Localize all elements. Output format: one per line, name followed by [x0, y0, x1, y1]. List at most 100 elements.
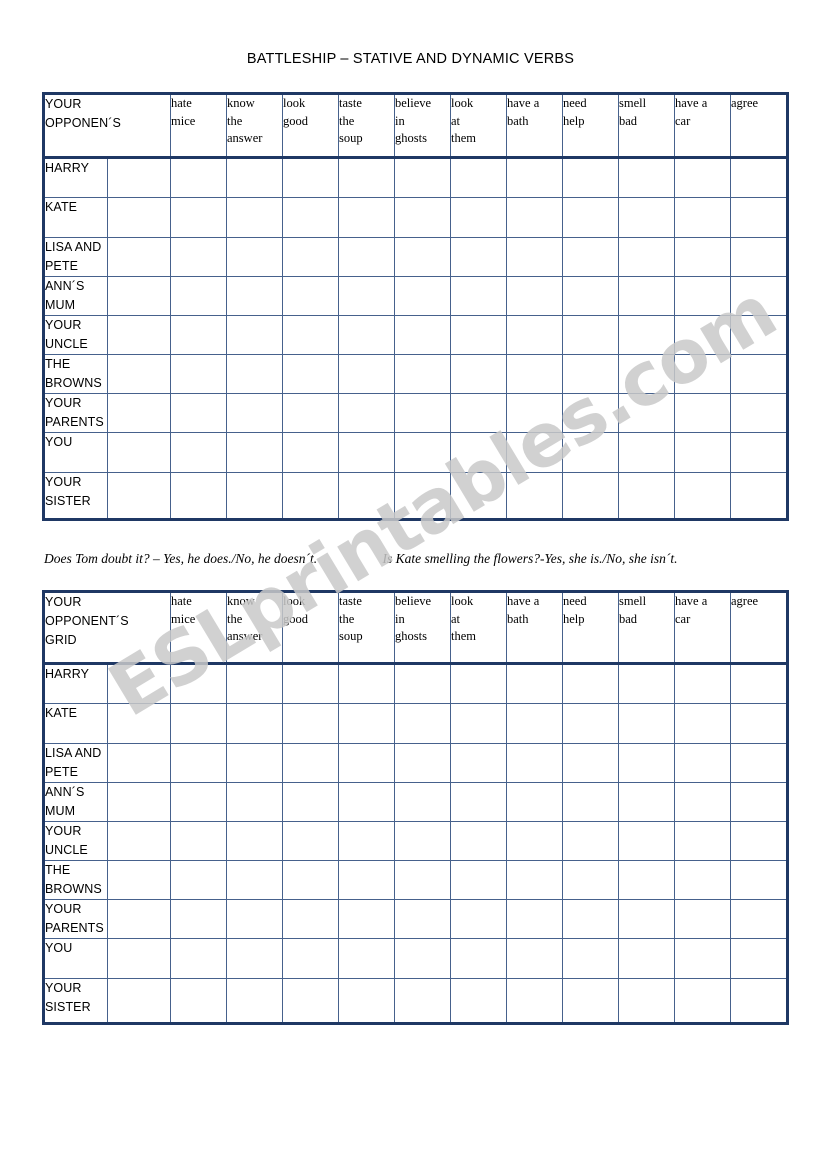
- grid-play-cell[interactable]: [618, 157, 675, 198]
- grid-play-cell[interactable]: [450, 432, 507, 473]
- grid-play-cell[interactable]: [730, 197, 788, 238]
- grid-play-cell[interactable]: [562, 703, 619, 744]
- grid-play-cell[interactable]: [674, 276, 731, 316]
- grid-play-cell[interactable]: [730, 978, 788, 1024]
- grid-play-cell[interactable]: [394, 315, 451, 355]
- grid-play-cell[interactable]: [618, 315, 675, 355]
- grid-play-cell[interactable]: [338, 743, 395, 783]
- grid-play-cell[interactable]: [450, 663, 507, 704]
- grid-play-cell[interactable]: [226, 393, 283, 433]
- grid-play-cell[interactable]: [394, 432, 451, 473]
- grid-play-cell[interactable]: [730, 393, 788, 433]
- grid-play-cell[interactable]: [282, 472, 339, 520]
- grid-play-cell[interactable]: [282, 860, 339, 900]
- grid-play-cell[interactable]: [674, 157, 731, 198]
- grid-play-cell[interactable]: [730, 472, 788, 520]
- grid-play-cell[interactable]: [394, 938, 451, 979]
- grid-play-cell[interactable]: [450, 938, 507, 979]
- grid-play-cell[interactable]: [338, 938, 395, 979]
- grid-play-cell[interactable]: [674, 978, 731, 1024]
- grid-play-cell[interactable]: [394, 978, 451, 1024]
- grid-play-cell[interactable]: [674, 315, 731, 355]
- grid-play-cell[interactable]: [450, 157, 507, 198]
- grid-play-cell[interactable]: [730, 899, 788, 939]
- grid-play-cell[interactable]: [730, 782, 788, 822]
- grid-play-cell[interactable]: [394, 899, 451, 939]
- grid-play-cell[interactable]: [674, 197, 731, 238]
- grid-play-cell[interactable]: [562, 315, 619, 355]
- grid-play-cell[interactable]: [674, 938, 731, 979]
- grid-play-cell[interactable]: [506, 978, 563, 1024]
- grid-play-cell[interactable]: [282, 276, 339, 316]
- grid-play-cell[interactable]: [394, 237, 451, 277]
- grid-play-cell[interactable]: [618, 743, 675, 783]
- grid-play-cell[interactable]: [394, 472, 451, 520]
- grid-play-cell[interactable]: [450, 276, 507, 316]
- grid-play-cell[interactable]: [450, 197, 507, 238]
- grid-play-cell[interactable]: [674, 782, 731, 822]
- grid-play-cell[interactable]: [506, 663, 563, 704]
- grid-play-cell[interactable]: [562, 743, 619, 783]
- grid-play-cell[interactable]: [506, 782, 563, 822]
- grid-play-cell[interactable]: [674, 860, 731, 900]
- grid-play-cell[interactable]: [226, 197, 283, 238]
- grid-play-cell[interactable]: [506, 938, 563, 979]
- grid-play-cell[interactable]: [506, 276, 563, 316]
- grid-play-cell[interactable]: [674, 472, 731, 520]
- grid-play-cell[interactable]: [170, 703, 227, 744]
- grid-play-cell[interactable]: [562, 354, 619, 394]
- grid-play-cell[interactable]: [394, 157, 451, 198]
- grid-play-cell[interactable]: [618, 393, 675, 433]
- grid-play-cell[interactable]: [506, 315, 563, 355]
- grid-play-cell[interactable]: [618, 354, 675, 394]
- grid-play-cell[interactable]: [170, 899, 227, 939]
- grid-play-cell[interactable]: [170, 197, 227, 238]
- grid-play-cell[interactable]: [562, 157, 619, 198]
- grid-play-cell[interactable]: [226, 237, 283, 277]
- grid-play-cell[interactable]: [506, 197, 563, 238]
- grid-play-cell[interactable]: [506, 237, 563, 277]
- grid-play-cell[interactable]: [506, 743, 563, 783]
- grid-play-cell[interactable]: [450, 782, 507, 822]
- grid-play-cell[interactable]: [338, 703, 395, 744]
- grid-play-cell[interactable]: [506, 899, 563, 939]
- grid-play-cell[interactable]: [226, 938, 283, 979]
- grid-play-cell[interactable]: [674, 743, 731, 783]
- grid-play-cell[interactable]: [618, 703, 675, 744]
- grid-play-cell[interactable]: [730, 663, 788, 704]
- grid-play-cell[interactable]: [730, 821, 788, 861]
- grid-play-cell[interactable]: [730, 703, 788, 744]
- grid-play-cell[interactable]: [170, 237, 227, 277]
- grid-play-cell[interactable]: [226, 432, 283, 473]
- grid-play-cell[interactable]: [506, 393, 563, 433]
- grid-play-cell[interactable]: [170, 663, 227, 704]
- grid-play-cell[interactable]: [170, 354, 227, 394]
- grid-play-cell[interactable]: [394, 821, 451, 861]
- grid-play-cell[interactable]: [618, 663, 675, 704]
- grid-play-cell[interactable]: [562, 276, 619, 316]
- grid-play-cell[interactable]: [730, 938, 788, 979]
- grid-play-cell[interactable]: [338, 393, 395, 433]
- grid-play-cell[interactable]: [562, 197, 619, 238]
- grid-play-cell[interactable]: [338, 899, 395, 939]
- grid-play-cell[interactable]: [562, 472, 619, 520]
- grid-play-cell[interactable]: [562, 860, 619, 900]
- grid-play-cell[interactable]: [618, 978, 675, 1024]
- grid-play-cell[interactable]: [506, 821, 563, 861]
- grid-play-cell[interactable]: [450, 978, 507, 1024]
- grid-play-cell[interactable]: [338, 354, 395, 394]
- grid-play-cell[interactable]: [282, 743, 339, 783]
- grid-play-cell[interactable]: [674, 663, 731, 704]
- grid-play-cell[interactable]: [506, 157, 563, 198]
- grid-play-cell[interactable]: [282, 938, 339, 979]
- grid-play-cell[interactable]: [226, 899, 283, 939]
- grid-play-cell[interactable]: [226, 743, 283, 783]
- grid-play-cell[interactable]: [394, 197, 451, 238]
- grid-play-cell[interactable]: [226, 354, 283, 394]
- grid-play-cell[interactable]: [226, 663, 283, 704]
- grid-play-cell[interactable]: [674, 432, 731, 473]
- grid-play-cell[interactable]: [170, 860, 227, 900]
- grid-play-cell[interactable]: [506, 354, 563, 394]
- grid-play-cell[interactable]: [618, 472, 675, 520]
- grid-play-cell[interactable]: [338, 197, 395, 238]
